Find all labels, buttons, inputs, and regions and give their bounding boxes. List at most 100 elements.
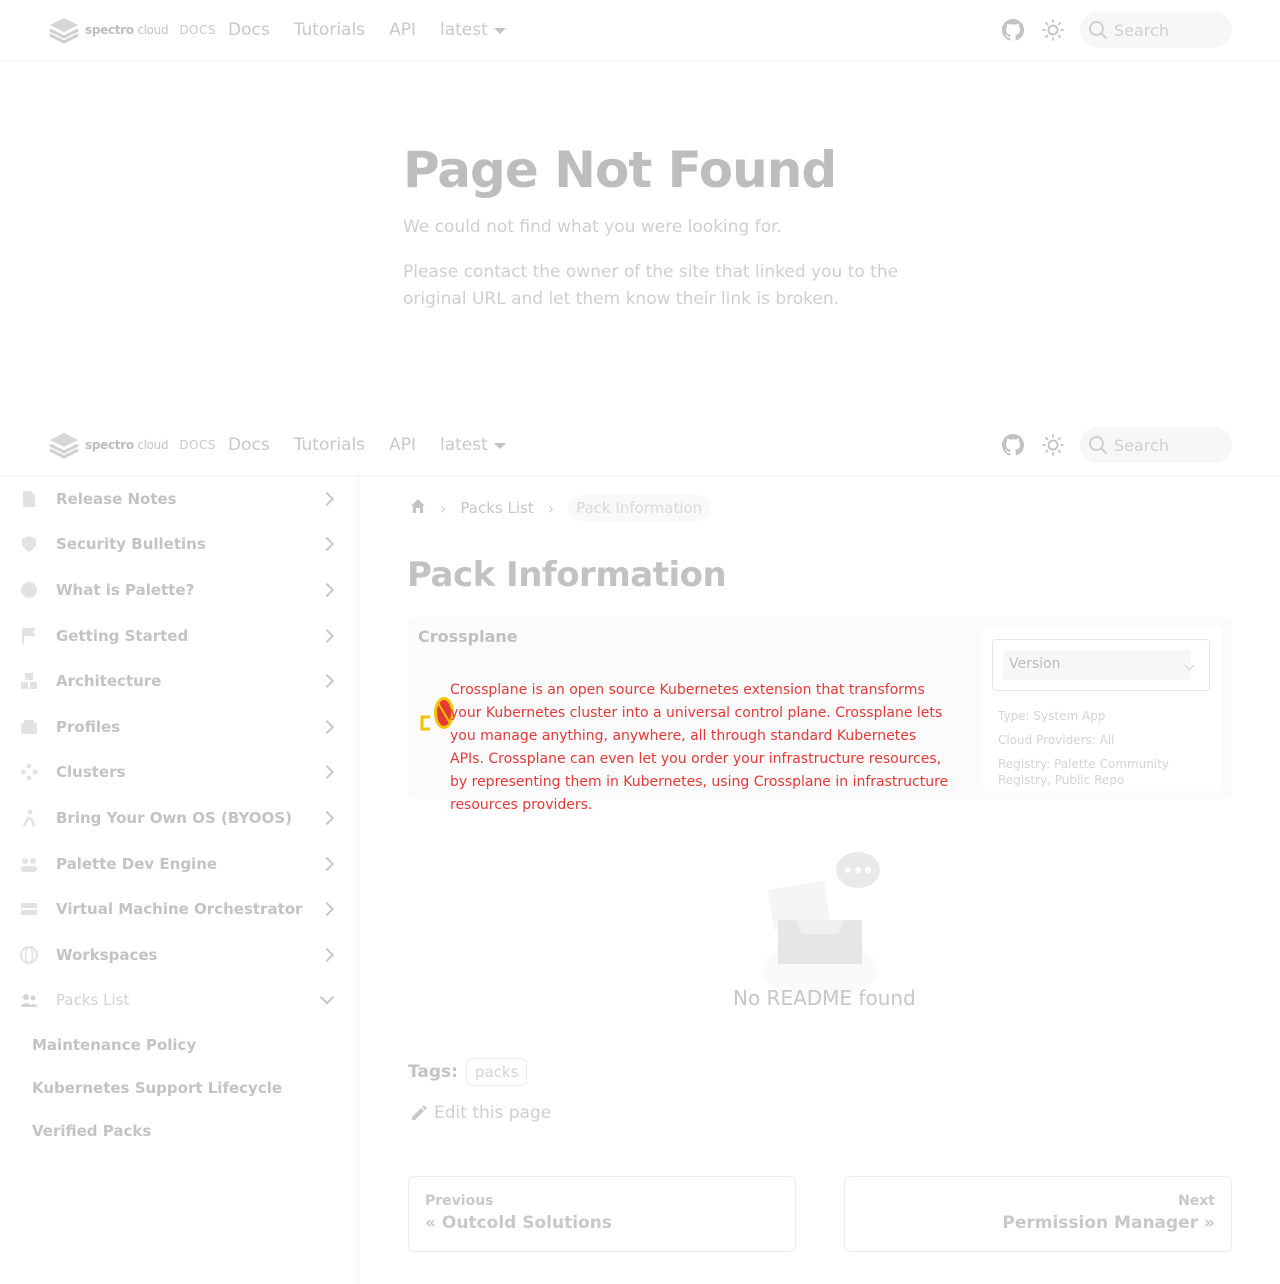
version-select-value: Version (1003, 650, 1191, 680)
cubes-icon (20, 672, 38, 690)
nav-link-tutorials[interactable]: Tutorials (294, 20, 365, 40)
not-found-section: Page Not Found We could not find what yo… (403, 140, 903, 313)
sidebar-item-getting-started[interactable]: Getting Started (0, 613, 358, 659)
brand-logo[interactable]: spectro cloud DOCS (48, 431, 216, 459)
breadcrumb-current: Pack Information (568, 495, 711, 521)
sidebar-item-workspaces[interactable]: Workspaces (0, 932, 358, 978)
home-icon[interactable] (410, 498, 426, 518)
breadcrumb-separator: › (440, 498, 447, 518)
tag-packs[interactable]: packs (465, 1058, 528, 1086)
pager-previous-label: « Outcold Solutions (425, 1213, 612, 1233)
pack-info-box: Version Type: System App Cloud Providers… (982, 626, 1222, 791)
pager-next[interactable]: Next Permission Manager » (844, 1176, 1232, 1252)
pack-cloud-providers: Cloud Providers: All (998, 733, 1115, 747)
sun-icon[interactable] (1040, 17, 1066, 43)
nav-link-api[interactable]: API (389, 435, 416, 455)
sidebar-item-palette-dev-engine[interactable]: Palette Dev Engine (0, 841, 358, 887)
sidebar-item-profiles[interactable]: Profiles (0, 704, 358, 750)
sidebar-item-release-notes[interactable]: Release Notes (0, 476, 358, 522)
search-placeholder: Search (1114, 435, 1169, 455)
sidebar-item-architecture[interactable]: Architecture (0, 658, 358, 704)
pager-next-sublabel: Next (1178, 1193, 1215, 1209)
sidebar-item-what-is-palette[interactable]: What is Palette? (0, 567, 358, 613)
version-select[interactable]: Version (992, 639, 1210, 691)
sidebar-item-label: Profiles (56, 717, 121, 736)
caret-down-icon (493, 28, 506, 34)
pager-previous-sublabel: Previous (425, 1193, 494, 1209)
chevron-right-icon (319, 582, 335, 598)
pack-registry: Registry: Palette Community Registry, Pu… (998, 757, 1169, 787)
version-dropdown[interactable]: latest (440, 435, 506, 455)
not-found-title: Page Not Found (403, 141, 837, 199)
breadcrumb-packs-list[interactable]: Packs List (460, 499, 533, 517)
sun-icon[interactable] (1040, 432, 1066, 458)
brand-name: spectro cloud (85, 23, 169, 37)
chevron-right-icon (319, 719, 335, 734)
chevron-right-icon (319, 810, 335, 826)
pencil-icon (412, 1105, 427, 1120)
sidebar-item-label: Workspaces (56, 945, 158, 964)
github-icon[interactable] (1000, 17, 1026, 43)
chevron-right-icon (319, 765, 335, 780)
pager-next-label: Permission Manager » (1002, 1213, 1215, 1233)
search-input[interactable]: Search (1080, 12, 1232, 48)
search-icon (1089, 21, 1107, 39)
pack-name: Crossplane (418, 627, 518, 646)
spectro-logo-icon (49, 18, 79, 44)
breadcrumb-separator: › (547, 498, 555, 518)
edit-page-link[interactable]: Edit this page (410, 1103, 551, 1123)
sidebar-subitem-maintenance-policy[interactable]: Maintenance Policy (0, 1023, 358, 1066)
sidebar-item-label: Virtual Machine Orchestrator (56, 900, 303, 919)
sidebar-item-label: Palette Dev Engine (56, 854, 218, 873)
nodes-icon (20, 763, 38, 781)
top-navbar: spectro cloud DOCS Docs Tutorials API la… (0, 0, 1280, 60)
shield-icon (20, 535, 38, 553)
pack-type: Type: System App (998, 709, 1106, 723)
sidebar-subitem-kubernetes-support-lifecycle[interactable]: Kubernetes Support Lifecycle (0, 1066, 358, 1109)
search-icon (1089, 436, 1107, 454)
sidebar-item-security-bulletins[interactable]: Security Bulletins (0, 522, 358, 568)
search-input[interactable]: Search (1080, 427, 1232, 463)
sidebar-item-packs-list[interactable]: Packs List (0, 978, 358, 1024)
version-label: latest (439, 20, 488, 40)
pack-description: Crossplane is an open source Kubernetes … (450, 682, 949, 813)
nav-link-docs[interactable]: Docs (228, 435, 270, 455)
sidebar-item-label: Packs List (56, 991, 130, 1010)
server-icon (20, 900, 38, 918)
github-icon[interactable] (1000, 432, 1026, 458)
nav-link-docs[interactable]: Docs (228, 20, 270, 40)
person-icon (20, 809, 38, 827)
file-icon (20, 490, 38, 508)
docs-sidebar: Release Notes Security Bulletins What is… (0, 476, 359, 1284)
palette-icon (20, 581, 38, 599)
sidebar-item-byoos[interactable]: Bring Your Own OS (BYOOS) (0, 795, 358, 841)
brand-docs: DOCS (179, 438, 216, 452)
sidebar-item-label: What is Palette? (56, 580, 195, 599)
secondary-navbar: spectro cloud DOCS Docs Tutorials API la… (0, 415, 1280, 475)
chevron-right-icon (319, 628, 335, 643)
sidebar-item-label: Security Bulletins (56, 535, 206, 554)
chevron-right-icon (319, 537, 335, 552)
spectro-logo-icon (49, 433, 79, 459)
chevron-right-icon (319, 491, 335, 506)
nav-link-tutorials[interactable]: Tutorials (294, 435, 365, 455)
nav-link-api[interactable]: API (389, 20, 416, 40)
brand-logo[interactable]: spectro cloud DOCS (48, 16, 216, 44)
pager-previous[interactable]: Previous « Outcold Solutions (408, 1176, 796, 1252)
sidebar-subitem-verified-packs[interactable]: Verified Packs (0, 1109, 358, 1152)
chevron-right-icon (319, 856, 335, 871)
edit-page-label: Edit this page (434, 1103, 552, 1123)
sidebar-item-virtual-machine-orchestrator[interactable]: Virtual Machine Orchestrator (0, 886, 358, 932)
breadcrumb: › Packs List › Pack Information (410, 494, 711, 522)
brand-name: spectro cloud (85, 438, 169, 452)
version-dropdown[interactable]: latest (440, 20, 506, 40)
tags-label: Tags: (408, 1062, 458, 1082)
sidebar-item-label: Getting Started (56, 626, 189, 645)
group-icon (20, 991, 38, 1009)
chevron-down-icon (319, 990, 335, 1005)
sidebar-item-label: Release Notes (56, 489, 177, 508)
pack-card: Crossplane Crossplane is an open source … (408, 617, 1232, 813)
sidebar-item-label: Architecture (56, 672, 162, 691)
sidebar-item-label: Bring Your Own OS (BYOOS) (56, 808, 292, 827)
sidebar-item-clusters[interactable]: Clusters (0, 750, 358, 796)
